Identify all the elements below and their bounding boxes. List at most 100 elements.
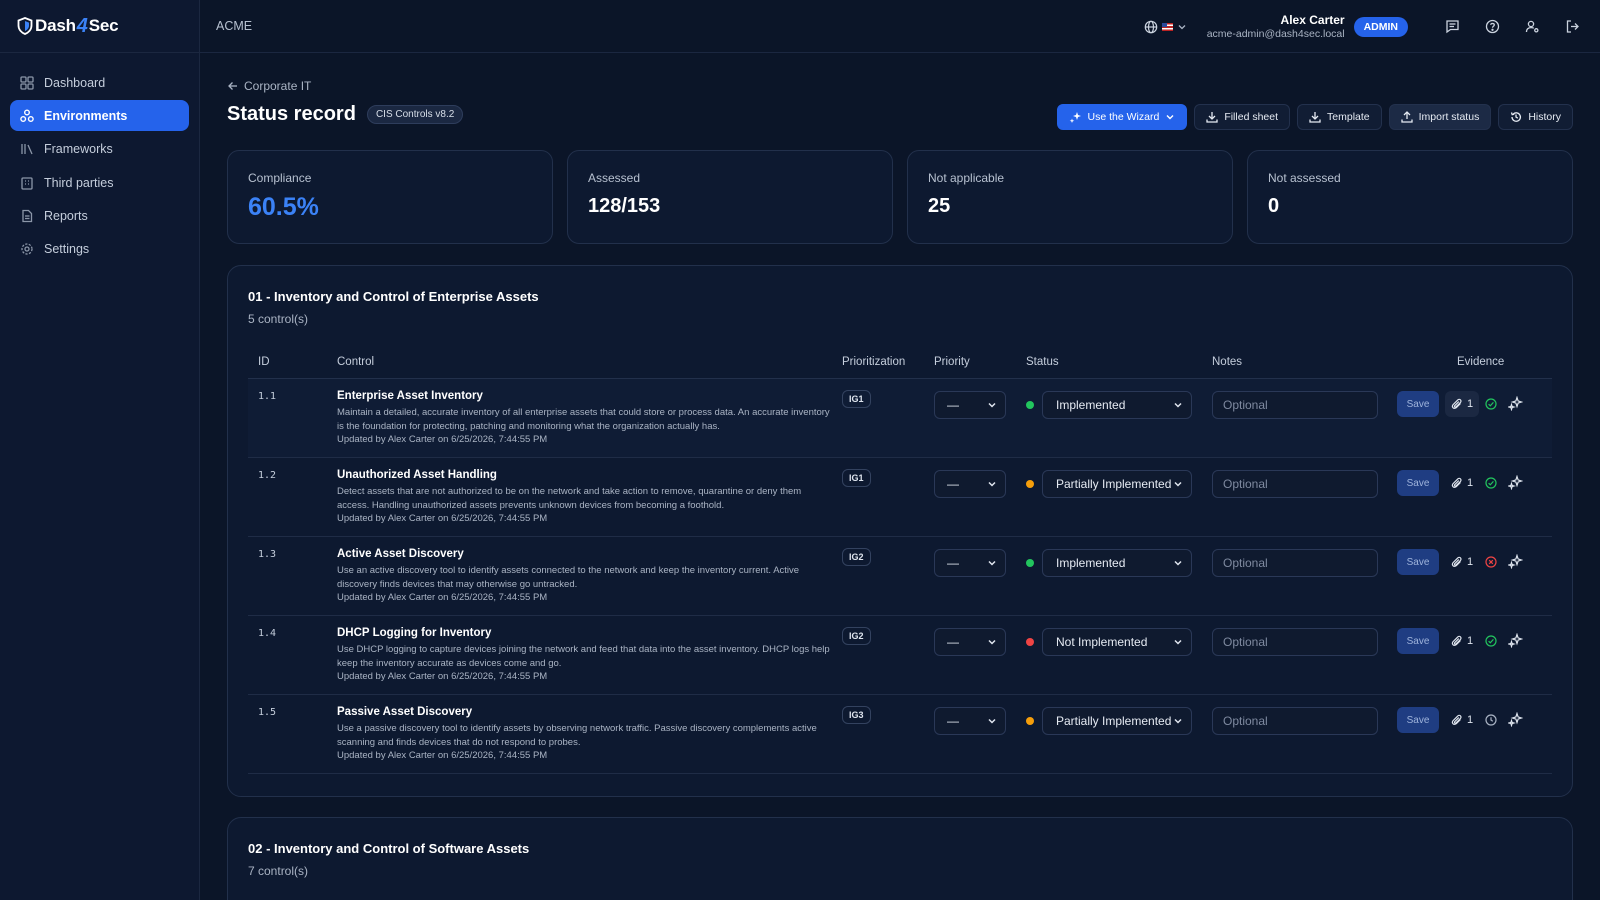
- attachments-button[interactable]: 1: [1445, 470, 1479, 496]
- notes-input[interactable]: [1212, 549, 1378, 577]
- priority-select[interactable]: —: [934, 707, 1006, 735]
- stat-value: 0: [1268, 195, 1280, 217]
- ig-badge: IG2: [842, 548, 871, 566]
- evidence-rejected-icon[interactable]: [1485, 556, 1497, 568]
- control-updated: Updated by Alex Carter on 6/25/2026, 7:4…: [337, 513, 548, 524]
- sidebar-item-reports[interactable]: Reports: [10, 201, 189, 232]
- brand-logo[interactable]: Dash 4 Sec: [0, 0, 199, 53]
- template-button[interactable]: Template: [1297, 104, 1382, 130]
- attachment-count: 1: [1467, 635, 1474, 647]
- stat-not-assessed: Not assessed 0: [1247, 150, 1573, 244]
- history-button[interactable]: History: [1498, 104, 1573, 130]
- page-actions: Use the Wizard Filled sheet Template Imp…: [1056, 104, 1573, 130]
- save-button[interactable]: Save: [1397, 707, 1439, 733]
- ai-assist-icon[interactable]: [1508, 554, 1523, 569]
- status-select[interactable]: Partially Implemented: [1042, 470, 1192, 498]
- user-settings-icon[interactable]: [1520, 15, 1544, 39]
- ig-badge: IG1: [842, 469, 871, 487]
- attachments-button[interactable]: 1: [1445, 628, 1479, 654]
- save-button[interactable]: Save: [1397, 470, 1439, 496]
- attachments-button[interactable]: 1: [1445, 549, 1479, 575]
- chevron-down-icon: [1178, 24, 1186, 29]
- control-updated: Updated by Alex Carter on 6/25/2026, 7:4…: [337, 434, 548, 445]
- ai-assist-icon[interactable]: [1508, 633, 1523, 648]
- status-select[interactable]: Not Implemented: [1042, 628, 1192, 656]
- stat-assessed: Assessed 128/153: [567, 150, 893, 244]
- topbar-right: Alex Carter acme-admin@dash4sec.local AD…: [1144, 0, 1584, 53]
- evidence-pending-icon[interactable]: [1485, 714, 1497, 726]
- sidebar-nav: Dashboard Environments Frameworks Third …: [0, 53, 199, 281]
- section-title: 02 - Inventory and Control of Software A…: [248, 841, 530, 856]
- section-count: 7 control(s): [248, 864, 309, 878]
- back-link[interactable]: Corporate IT: [227, 79, 311, 93]
- sidebar-item-third-parties[interactable]: Third parties: [10, 167, 189, 198]
- control-name: DHCP Logging for Inventory: [337, 627, 492, 639]
- control-section: 01 - Inventory and Control of Enterprise…: [227, 265, 1573, 797]
- chevron-down-icon: [1173, 637, 1183, 647]
- frameworks-icon: [20, 142, 34, 156]
- upload-icon: [1400, 111, 1413, 123]
- message-icon[interactable]: [1440, 15, 1464, 39]
- ai-assist-icon[interactable]: [1508, 396, 1523, 411]
- status-select[interactable]: Implemented: [1042, 391, 1192, 419]
- chevron-down-icon: [987, 558, 997, 568]
- control-description: Maintain a detailed, accurate inventory …: [337, 407, 830, 432]
- control-cell: Unauthorized Asset Handling Detect assets…: [337, 469, 832, 525]
- paperclip-icon: [1451, 398, 1462, 409]
- role-badge: ADMIN: [1353, 16, 1408, 37]
- attachment-count: 1: [1467, 556, 1474, 568]
- notes-input[interactable]: [1212, 391, 1378, 419]
- ai-assist-icon[interactable]: [1508, 475, 1523, 490]
- evidence-approved-icon[interactable]: [1485, 477, 1497, 489]
- control-id: 1.2: [258, 470, 277, 481]
- col-id: ID: [258, 356, 270, 368]
- control-cell: Passive Asset Discovery Use a passive dis…: [337, 706, 832, 762]
- help-icon[interactable]: [1480, 15, 1504, 39]
- stat-label: Not applicable: [928, 171, 1005, 185]
- ai-assist-icon[interactable]: [1508, 712, 1523, 727]
- paperclip-icon: [1451, 556, 1462, 567]
- sidebar-item-settings[interactable]: Settings: [10, 234, 189, 265]
- priority-select[interactable]: —: [934, 391, 1006, 419]
- user-info[interactable]: Alex Carter acme-admin@dash4sec.local: [1207, 13, 1345, 40]
- logout-icon[interactable]: [1560, 15, 1584, 39]
- save-button[interactable]: Save: [1397, 628, 1439, 654]
- status-select[interactable]: Implemented: [1042, 549, 1192, 577]
- evidence-approved-icon[interactable]: [1485, 635, 1497, 647]
- stat-label: Compliance: [248, 171, 312, 185]
- table-row: 1.2 Unauthorized Asset Handling Detect ass…: [248, 458, 1552, 537]
- filled-sheet-button[interactable]: Filled sheet: [1194, 104, 1291, 130]
- control-description: Detect assets that are not authorized to…: [337, 486, 802, 511]
- save-button[interactable]: Save: [1397, 549, 1439, 575]
- priority-select[interactable]: —: [934, 470, 1006, 498]
- notes-input[interactable]: [1212, 628, 1378, 656]
- notes-input[interactable]: [1212, 470, 1378, 498]
- stat-value: 60.5%: [248, 193, 319, 221]
- org-name[interactable]: ACME: [216, 19, 252, 33]
- language-selector[interactable]: [1144, 20, 1187, 34]
- attachments-button[interactable]: 1: [1445, 707, 1479, 733]
- save-button[interactable]: Save: [1397, 391, 1439, 417]
- sidebar-item-label: Dashboard: [44, 75, 106, 90]
- attachments-button[interactable]: 1: [1445, 391, 1480, 417]
- notes-input[interactable]: [1212, 707, 1378, 735]
- col-notes: Notes: [1212, 356, 1243, 368]
- sidebar-item-frameworks[interactable]: Frameworks: [10, 134, 189, 165]
- ig-badge: IG2: [842, 627, 871, 645]
- sidebar-item-dashboard[interactable]: Dashboard: [10, 67, 189, 98]
- control-name: Enterprise Asset Inventory: [337, 390, 483, 402]
- import-status-button[interactable]: Import status: [1388, 104, 1492, 130]
- chevron-down-icon: [987, 716, 997, 726]
- sidebar-item-environments[interactable]: Environments: [10, 100, 189, 132]
- chevron-down-icon: [987, 400, 997, 410]
- priority-select[interactable]: —: [934, 549, 1006, 577]
- report-icon: [20, 209, 34, 223]
- priority-select[interactable]: —: [934, 628, 1006, 656]
- use-wizard-button[interactable]: Use the Wizard: [1056, 104, 1188, 130]
- dashboard-icon: [20, 75, 34, 90]
- page-title: Status record: [227, 103, 356, 125]
- paperclip-icon: [1451, 477, 1462, 488]
- chevron-down-icon: [1173, 479, 1183, 489]
- evidence-approved-icon[interactable]: [1485, 398, 1497, 410]
- status-select[interactable]: Partially Implemented: [1042, 707, 1192, 735]
